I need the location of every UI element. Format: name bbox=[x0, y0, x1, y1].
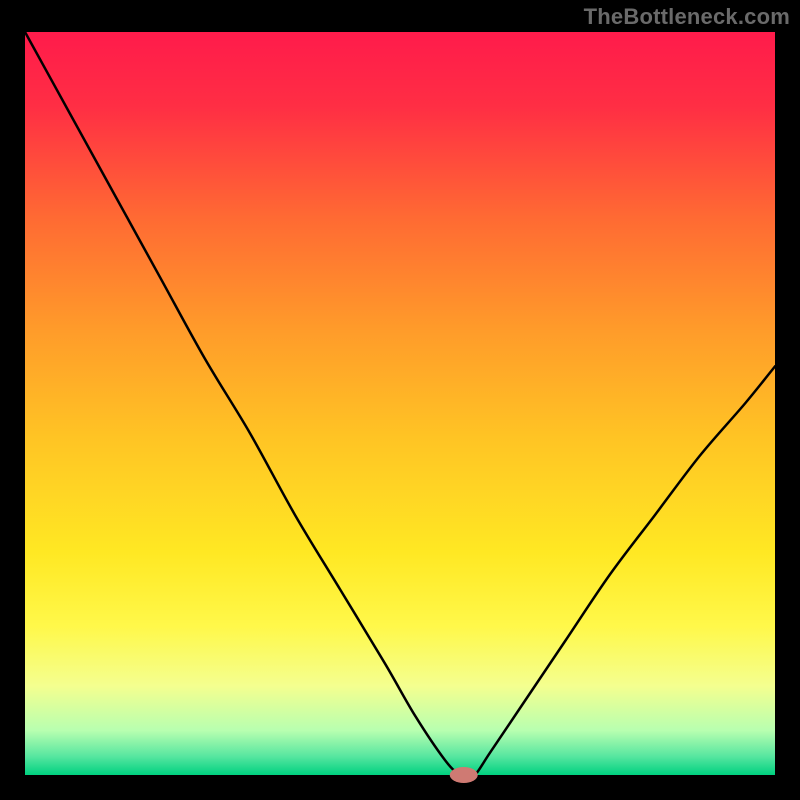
watermark-text: TheBottleneck.com bbox=[584, 4, 790, 30]
chart-container: TheBottleneck.com bbox=[0, 0, 800, 800]
plot-area bbox=[25, 32, 775, 775]
bottleneck-chart bbox=[0, 0, 800, 800]
optimal-marker bbox=[450, 767, 478, 783]
